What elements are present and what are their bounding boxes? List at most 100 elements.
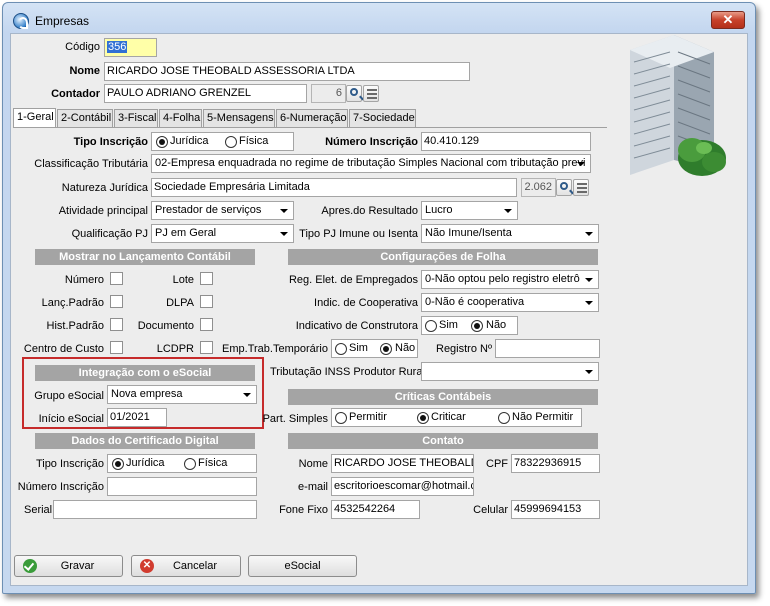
- lanc-padrao-checkbox[interactable]: [110, 295, 123, 308]
- window-title: Empresas: [35, 14, 90, 28]
- list-icon: [367, 89, 377, 99]
- atividade-label: Atividade principal: [58, 205, 148, 217]
- radio-juridica[interactable]: [156, 136, 168, 148]
- part-simples-label: Part. Simples: [262, 413, 328, 425]
- tipo-pj-label: Tipo PJ Imune ou Isenta: [299, 228, 418, 240]
- classificacao-select[interactable]: 02-Empresa enquadrada no regime de tribu…: [151, 154, 591, 173]
- tributacao-select[interactable]: [421, 362, 599, 381]
- lote-checkbox[interactable]: [200, 272, 213, 285]
- radio-cert-juridica[interactable]: [112, 458, 124, 470]
- registro-field[interactable]: [495, 339, 600, 358]
- numero-label: Número: [64, 274, 104, 286]
- radio-construtora-sim[interactable]: [425, 320, 437, 332]
- atividade-select[interactable]: Prestador de serviços: [151, 201, 294, 220]
- lanc-padrao-label: Lanç.Padrão: [41, 297, 104, 309]
- reg-eletronico-select[interactable]: 0-Não optou pelo registro eletrô: [421, 270, 599, 289]
- tributacao-label: Tributação INSS Produtor Rural: [270, 366, 425, 378]
- contador-field[interactable]: PAULO ADRIANO GRENZEL: [104, 84, 307, 103]
- nome-field[interactable]: RICARDO JOSE THEOBALD ASSESSORIA LTDA: [104, 62, 470, 81]
- natureza-label: Natureza Jurídica: [61, 182, 148, 194]
- cert-serial-field[interactable]: [53, 500, 257, 519]
- gravar-label: Gravar: [60, 560, 95, 572]
- cert-tipo-label: Tipo Inscrição: [35, 458, 104, 470]
- radio-construtora-nao[interactable]: [471, 320, 483, 332]
- cancelar-label: Cancelar: [172, 560, 218, 572]
- apres-label: Apres.do Resultado: [321, 205, 418, 217]
- contato-nome-label: Nome: [298, 458, 328, 470]
- construtora-group: Sim Não: [421, 316, 518, 335]
- list-icon: [577, 183, 587, 193]
- radio-criticar[interactable]: [417, 412, 429, 424]
- grupo-esocial-select[interactable]: Nova empresa: [107, 385, 257, 404]
- cert-numero-field[interactable]: [107, 477, 257, 496]
- tab-mensagens[interactable]: 5-Mensagens: [203, 109, 275, 127]
- fone-label: Fone Fixo: [279, 504, 328, 516]
- radio-fisica[interactable]: [225, 136, 237, 148]
- radio-construtora-sim-label: Sim: [439, 319, 458, 331]
- construtora-label: Indicativo de Construtora: [295, 320, 418, 332]
- numero-checkbox[interactable]: [110, 272, 123, 285]
- tipo-pj-select[interactable]: Não Imune/Isenta: [421, 224, 599, 243]
- radio-temporario-nao-label: Não: [395, 342, 416, 354]
- numero-inscricao-field[interactable]: 40.410.129: [421, 132, 591, 151]
- radio-cert-fisica[interactable]: [184, 458, 196, 470]
- cancelar-button[interactable]: ✕ Cancelar: [131, 555, 241, 577]
- inicio-esocial-field[interactable]: 01/2021: [107, 408, 167, 427]
- radio-permitir[interactable]: [335, 412, 347, 424]
- centro-custo-checkbox[interactable]: [110, 341, 123, 354]
- numero-inscricao-label: Número Inscrição: [325, 136, 418, 148]
- radio-temporario-nao[interactable]: [380, 343, 392, 355]
- nome-label: Nome: [69, 65, 100, 77]
- dlpa-checkbox[interactable]: [200, 295, 213, 308]
- radio-nao-permitir[interactable]: [498, 412, 510, 424]
- contador-search-button[interactable]: [346, 85, 362, 102]
- radio-fisica-label: Física: [239, 135, 269, 147]
- radio-cert-juridica-label: Jurídica: [126, 457, 165, 469]
- esocial-button[interactable]: eSocial: [248, 555, 357, 577]
- qualificacao-select[interactable]: PJ em Geral: [151, 224, 294, 243]
- radio-temporario-sim-label: Sim: [349, 342, 368, 354]
- tab-sociedade[interactable]: 7-Sociedade: [349, 109, 416, 127]
- qualificacao-label: Qualificação PJ: [71, 228, 148, 240]
- codigo-field[interactable]: 356: [104, 38, 157, 57]
- close-button[interactable]: ✕: [711, 11, 745, 29]
- grupo-esocial-label: Grupo eSocial: [34, 390, 104, 402]
- apres-select[interactable]: Lucro: [421, 201, 518, 220]
- tab-folha[interactable]: 4-Folha: [159, 109, 202, 127]
- radio-permitir-label: Permitir: [349, 411, 387, 423]
- search-icon: [350, 88, 358, 96]
- natureza-field[interactable]: Sociedade Empresária Limitada: [151, 178, 517, 197]
- hist-padrao-checkbox[interactable]: [110, 318, 123, 331]
- temporario-label: Emp.Trab.Temporário: [222, 343, 328, 355]
- inicio-esocial-label: Início eSocial: [38, 413, 104, 425]
- celular-field[interactable]: 45999694153: [511, 500, 600, 519]
- contador-list-button[interactable]: [363, 85, 379, 102]
- email-field[interactable]: escritorioescomar@hotmail.co: [331, 477, 474, 496]
- cpf-label: CPF: [486, 458, 508, 470]
- tab-geral[interactable]: 1-Geral: [13, 108, 56, 128]
- radio-nao-permitir-label: Não Permitir: [512, 411, 574, 423]
- lcdpr-checkbox[interactable]: [200, 341, 213, 354]
- temporario-group: Sim Não: [331, 339, 418, 358]
- tab-fiscal[interactable]: 3-Fiscal: [114, 109, 158, 127]
- documento-checkbox[interactable]: [200, 318, 213, 331]
- natureza-code[interactable]: 2.062: [521, 178, 556, 197]
- tipo-inscricao-group: Jurídica Física: [151, 132, 294, 151]
- contador-code[interactable]: 6: [311, 84, 346, 103]
- tab-numeracao[interactable]: 6-Numeração: [276, 109, 348, 127]
- tab-contabil[interactable]: 2-Contábil: [57, 109, 113, 127]
- gravar-button[interactable]: Gravar: [14, 555, 123, 577]
- natureza-list-button[interactable]: [573, 179, 589, 196]
- natureza-search-button[interactable]: [556, 179, 572, 196]
- cooperativa-select[interactable]: 0-Não é cooperativa: [421, 293, 599, 312]
- email-label: e-mail: [298, 481, 328, 493]
- radio-cert-fisica-label: Física: [198, 457, 228, 469]
- cpf-field[interactable]: 78322936915: [511, 454, 600, 473]
- celular-label: Celular: [473, 504, 508, 516]
- contato-nome-field[interactable]: RICARDO JOSE THEOBALD: [331, 454, 474, 473]
- part-simples-group: Permitir Criticar Não Permitir: [331, 408, 582, 427]
- fone-field[interactable]: 4532542264: [331, 500, 420, 519]
- cert-numero-label: Número Inscrição: [17, 481, 104, 493]
- radio-temporario-sim[interactable]: [335, 343, 347, 355]
- hist-padrao-label: Hist.Padrão: [46, 320, 104, 332]
